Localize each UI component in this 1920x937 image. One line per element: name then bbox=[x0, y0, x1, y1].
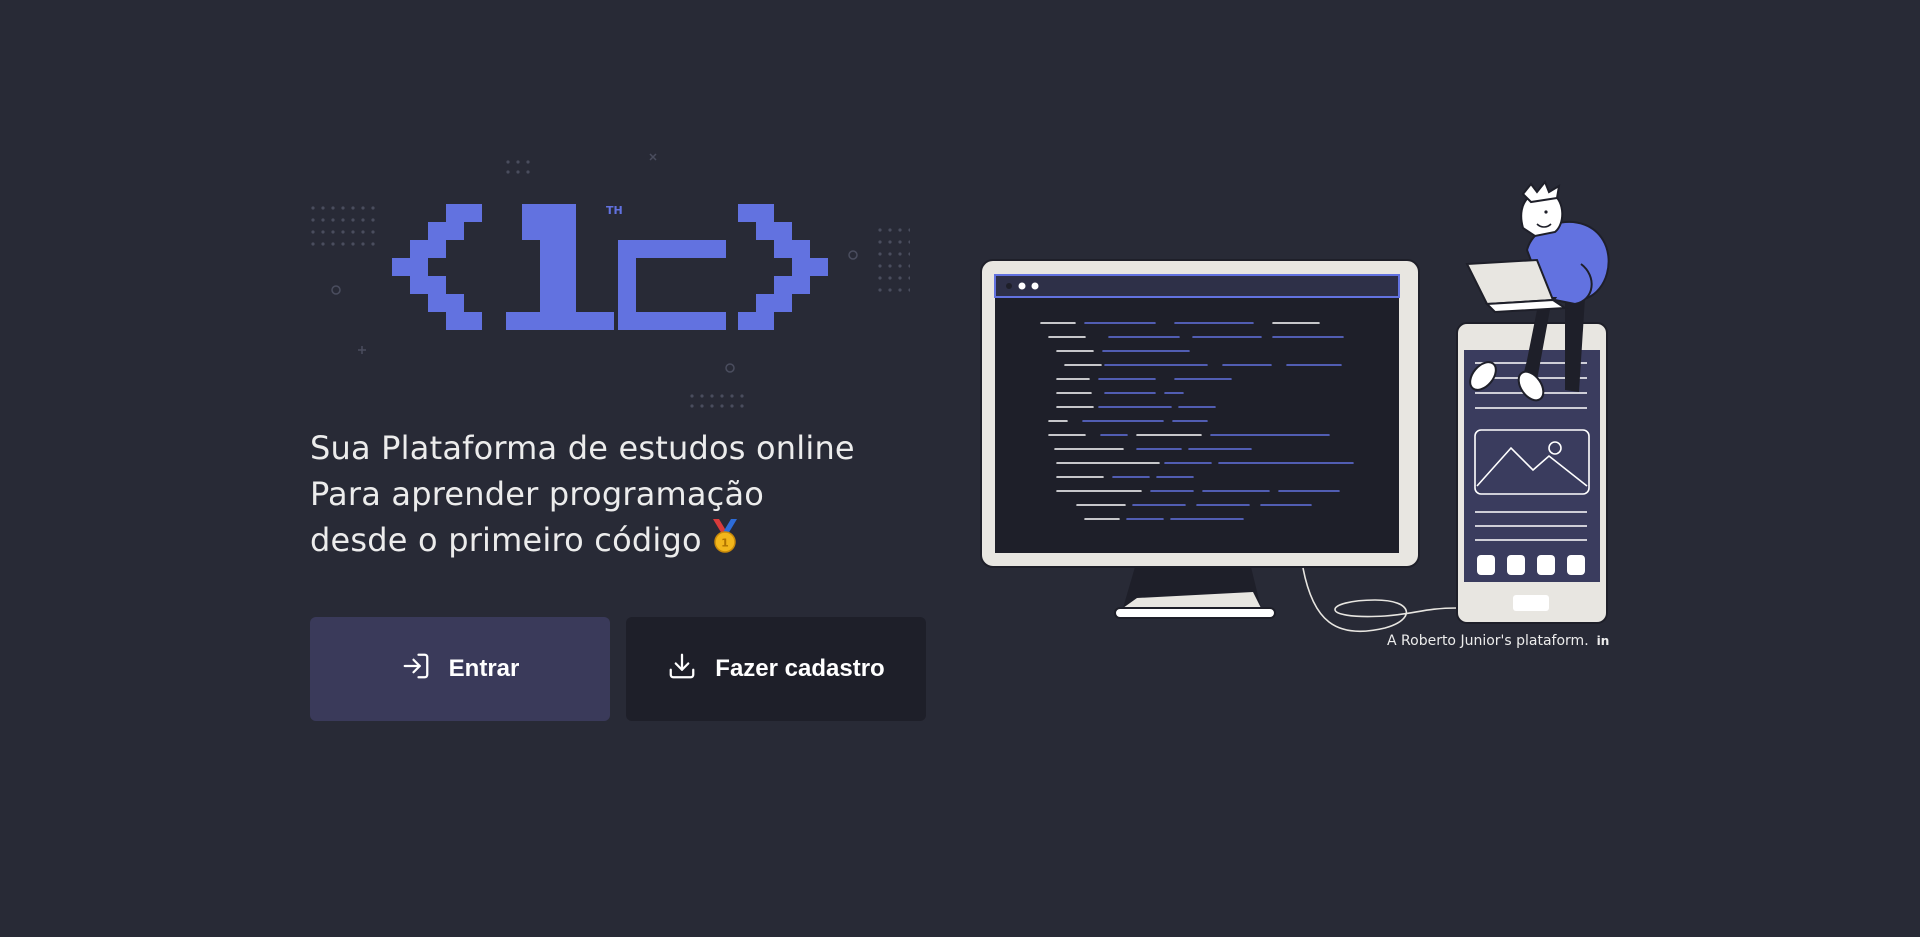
logo-mark bbox=[392, 204, 828, 330]
linkedin-icon[interactable]: in bbox=[1597, 634, 1610, 648]
cable bbox=[1302, 567, 1458, 633]
tagline-line-3: desde o primeiro código bbox=[310, 521, 702, 559]
tagline-line-2: Para aprender programação bbox=[310, 475, 765, 513]
illustration-credit: A Roberto Junior's plataform. in bbox=[1387, 633, 1609, 649]
computer-illustration bbox=[980, 180, 1610, 633]
medal-icon: 1 bbox=[708, 518, 742, 566]
signup-button[interactable]: Fazer cadastro bbox=[626, 617, 926, 721]
svg-text:1: 1 bbox=[721, 537, 729, 550]
decorative-dots-left bbox=[311, 206, 375, 246]
tagline: Sua Plataforma de estudos online Para ap… bbox=[310, 425, 950, 566]
login-button[interactable]: Entrar bbox=[310, 617, 610, 721]
tagline-line-3-wrap: desde o primeiro código 1 bbox=[310, 517, 950, 566]
hero-illustration bbox=[975, 180, 1625, 660]
logo: TH bbox=[311, 153, 910, 408]
action-buttons: Entrar Fazer cadastro bbox=[310, 617, 926, 721]
signup-button-label: Fazer cadastro bbox=[715, 655, 885, 682]
login-arrow-icon bbox=[401, 651, 431, 688]
monitor bbox=[980, 259, 1420, 619]
download-icon bbox=[667, 651, 697, 688]
trademark-label: TH bbox=[606, 204, 623, 217]
decorative-dots-right bbox=[878, 228, 910, 292]
logo-area: TH bbox=[310, 150, 930, 420]
login-button-label: Entrar bbox=[448, 655, 520, 682]
decorative-dots-top bbox=[506, 160, 530, 174]
credit-text: A Roberto Junior's plataform. bbox=[1387, 633, 1589, 649]
decorative-dots-bottom bbox=[690, 394, 744, 408]
tagline-line-1: Sua Plataforma de estudos online bbox=[310, 429, 855, 467]
